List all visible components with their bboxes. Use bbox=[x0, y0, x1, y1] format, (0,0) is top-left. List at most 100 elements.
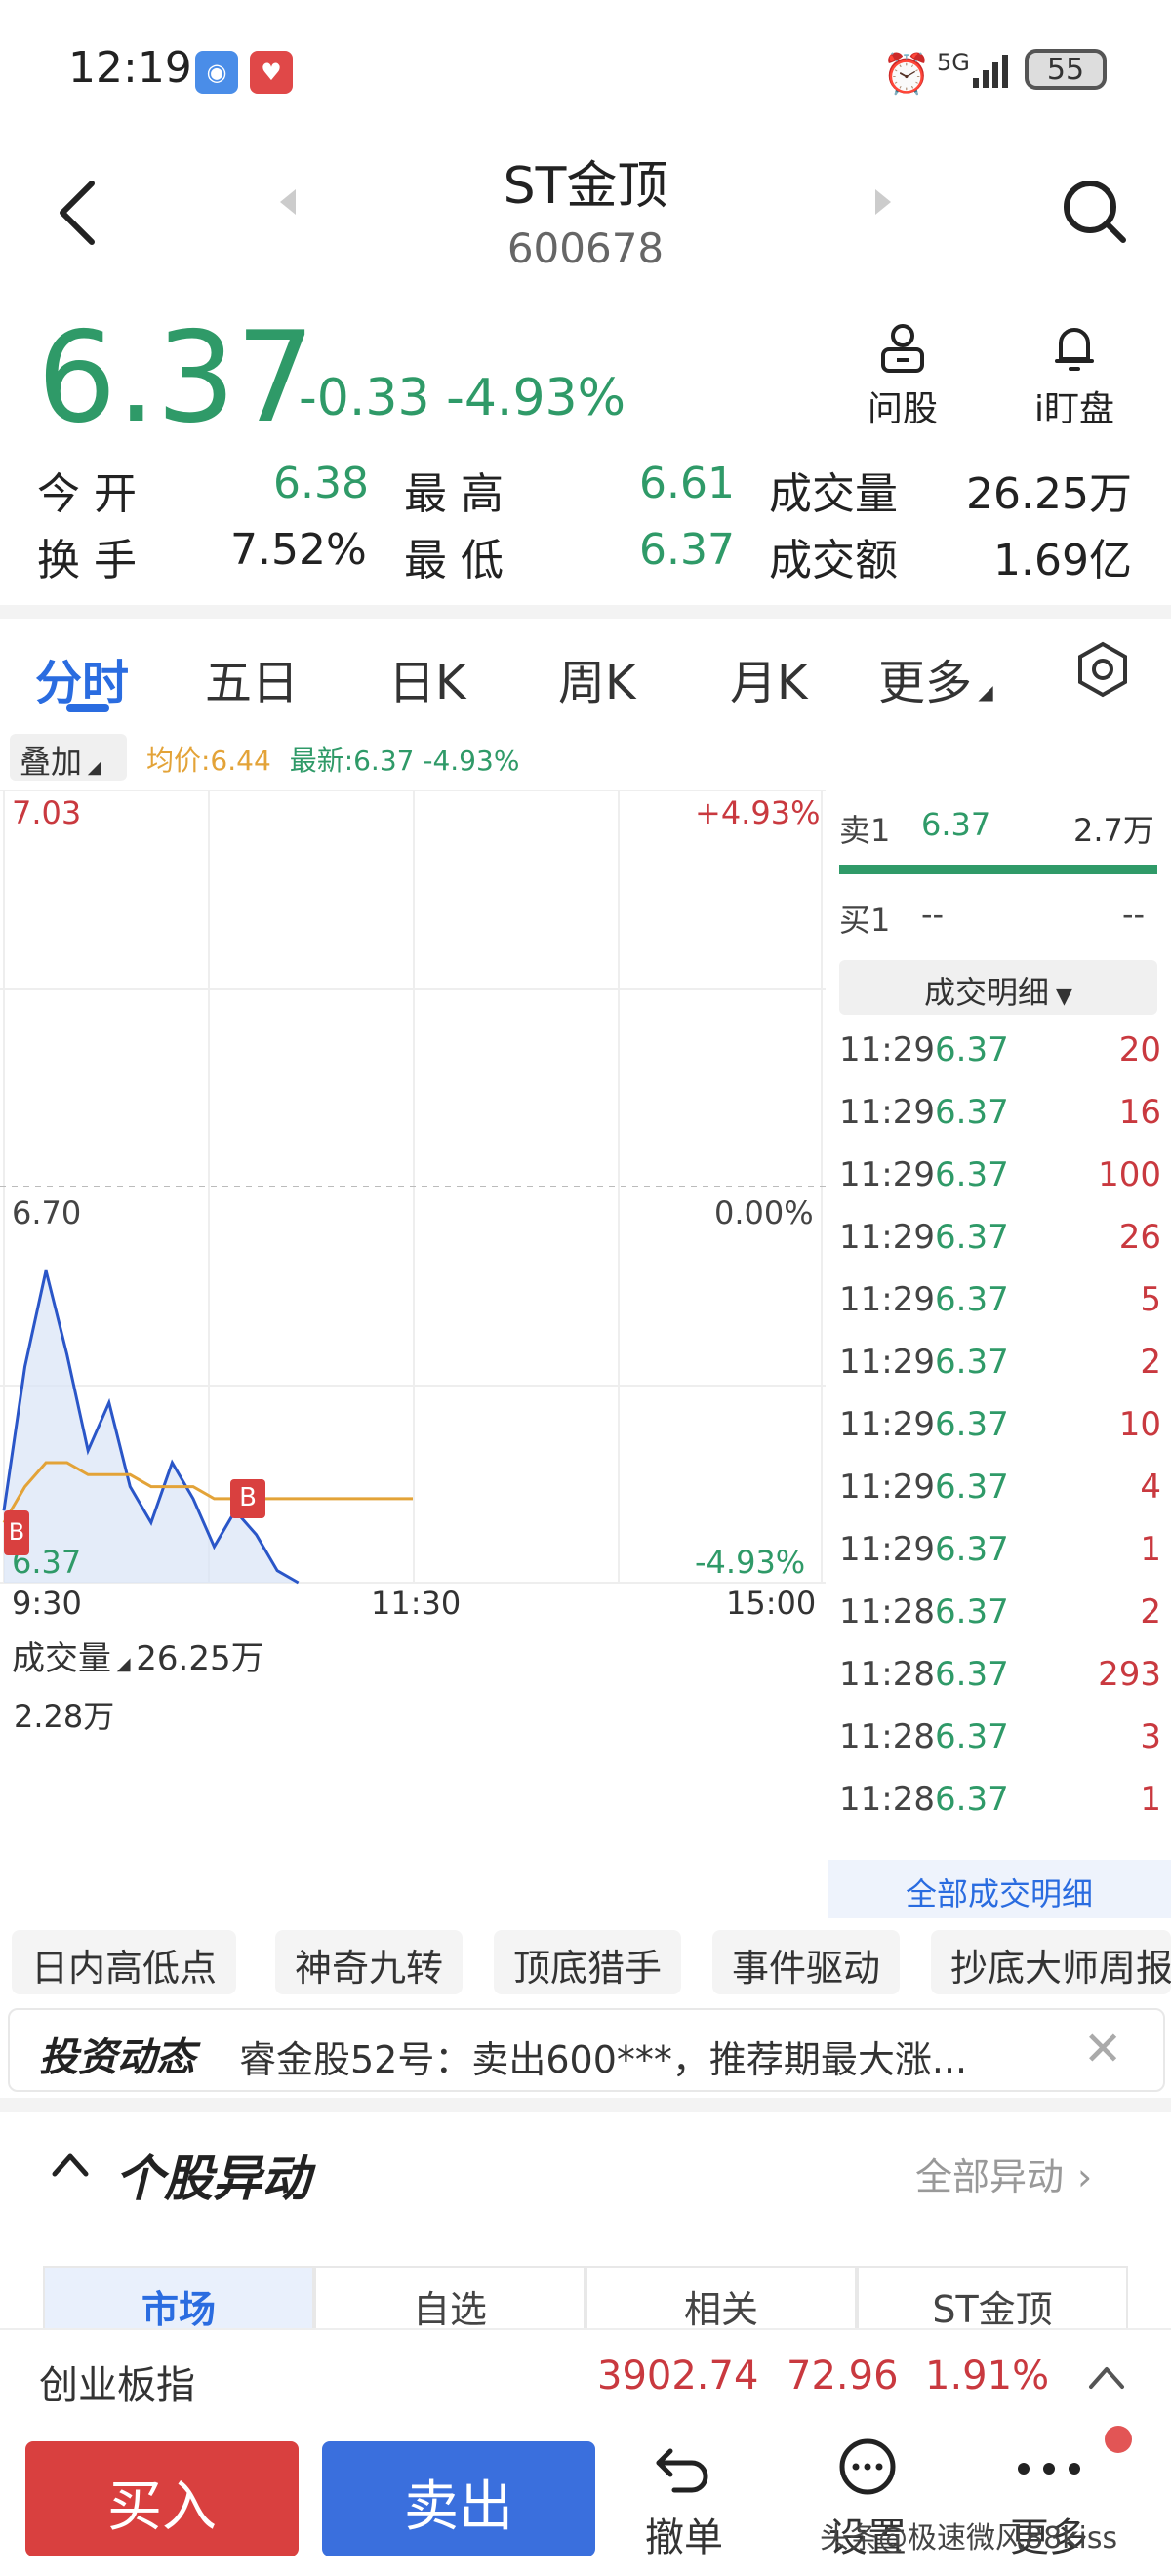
trades-header[interactable]: 成交明细 ▼ bbox=[839, 960, 1157, 1015]
seg-watchlist[interactable]: 自选 bbox=[314, 2266, 586, 2334]
chat-settings-icon bbox=[839, 2438, 896, 2495]
price-area bbox=[4, 1270, 299, 1583]
ask-stock-button[interactable]: 问股 bbox=[849, 320, 956, 431]
search-button[interactable] bbox=[1059, 176, 1129, 250]
trade-volume: 5 bbox=[1140, 1280, 1161, 1319]
trade-time: 11:29 bbox=[839, 1468, 935, 1507]
tab-more-label: 更多 bbox=[878, 656, 973, 710]
cancel-order-button[interactable]: 撤单 bbox=[621, 2437, 747, 2562]
trade-price: 6.37 bbox=[935, 1405, 1009, 1444]
chip-top-bottom-hunter[interactable]: 顶底猎手 bbox=[494, 1930, 682, 1994]
trade-price: 6.37 bbox=[935, 1343, 1009, 1382]
sell1-volume: 2.7万 bbox=[1073, 812, 1154, 849]
settings-hexagon-icon bbox=[1078, 641, 1127, 698]
last-price: 6.37 bbox=[37, 305, 315, 451]
trade-volume: 2 bbox=[1140, 1592, 1161, 1631]
volume-max: 2.28万 bbox=[14, 1698, 115, 1735]
all-anomaly-link[interactable]: 全部异动 › bbox=[915, 2147, 1092, 2200]
trade-time: 11:28 bbox=[839, 1655, 935, 1694]
amount-value: 1.69亿 bbox=[993, 536, 1132, 585]
chip-bottom-master[interactable]: 抄底大师周报 bbox=[931, 1930, 1171, 1994]
anomaly-title: 个股异动 bbox=[115, 2151, 310, 2207]
trade-price: 6.37 bbox=[935, 1530, 1009, 1569]
chevron-right-icon: › bbox=[1077, 2155, 1093, 2198]
chip-event-driven[interactable]: 事件驱动 bbox=[712, 1930, 901, 1994]
trade-time: 11:28 bbox=[839, 1717, 935, 1756]
low-label: 最 低 bbox=[404, 536, 504, 585]
chart-settings-button[interactable] bbox=[1073, 640, 1132, 703]
buy1-volume: -- bbox=[1122, 896, 1146, 933]
watch-button[interactable]: i盯盘 bbox=[1021, 320, 1128, 431]
buy-signal-marker[interactable]: B bbox=[230, 1479, 265, 1518]
latest-info: 最新:6.37 -4.93% bbox=[289, 745, 520, 777]
chip-magic-nine[interactable]: 神奇九转 bbox=[275, 1930, 464, 1994]
y-axis-mid-pct: 0.00% bbox=[714, 1194, 814, 1231]
search-icon bbox=[1064, 181, 1126, 243]
tab-weekly-k[interactable]: 周K bbox=[558, 644, 635, 712]
sell-depth-bar bbox=[839, 865, 1157, 874]
app-notification-icon: ◉ bbox=[195, 51, 238, 94]
trade-time: 11:29 bbox=[839, 1155, 935, 1194]
news-title: 投资动态 bbox=[39, 2035, 195, 2080]
chip-intraday-high-low[interactable]: 日内高低点 bbox=[12, 1930, 237, 1994]
trade-volume: 100 bbox=[1098, 1155, 1161, 1194]
open-value: 6.38 bbox=[273, 459, 369, 508]
index-name: 创业板指 bbox=[39, 2363, 195, 2408]
close-icon[interactable]: ✕ bbox=[1083, 2022, 1122, 2076]
news-text[interactable]: 睿金股52号：卖出600***，推荐期最大涨... bbox=[239, 2030, 967, 2083]
volume-selector[interactable]: 成交量 ◢ 26.25万 bbox=[12, 1631, 264, 1679]
buy1-price: -- bbox=[921, 896, 945, 933]
battery-indicator: 55 bbox=[1025, 49, 1107, 90]
trade-time: 11:29 bbox=[839, 1280, 935, 1319]
chevron-up-icon bbox=[1089, 2367, 1124, 2389]
stock-name: ST金顶 bbox=[503, 157, 668, 216]
change-percent: -4.93% bbox=[446, 369, 626, 427]
trade-volume: 3 bbox=[1140, 1717, 1161, 1756]
trade-price: 6.37 bbox=[935, 1093, 1009, 1132]
trade-time: 11:29 bbox=[839, 1343, 935, 1382]
seg-related[interactable]: 相关 bbox=[586, 2266, 857, 2334]
index-change: 72.96 bbox=[787, 2354, 899, 2398]
high-label: 最 高 bbox=[404, 469, 504, 519]
tab-five-day[interactable]: 五日 bbox=[205, 644, 299, 712]
section-divider bbox=[0, 2098, 1171, 2112]
bell-icon bbox=[1055, 328, 1094, 371]
trade-price: 6.37 bbox=[935, 1468, 1009, 1507]
trade-volume: 16 bbox=[1118, 1093, 1161, 1132]
trade-volume: 10 bbox=[1118, 1405, 1161, 1444]
trade-price: 6.37 bbox=[935, 1155, 1009, 1194]
expand-index-button[interactable] bbox=[1085, 2359, 1128, 2398]
tab-intraday[interactable]: 分时 bbox=[35, 644, 129, 712]
tab-daily-k[interactable]: 日K bbox=[388, 644, 465, 712]
price-change: -0.33 -4.93% bbox=[299, 369, 626, 427]
collapse-button[interactable] bbox=[49, 2143, 92, 2190]
tab-monthly-k[interactable]: 月K bbox=[730, 644, 807, 712]
tab-active-indicator bbox=[66, 704, 109, 712]
avg-price-info: 均价:6.44 bbox=[146, 745, 271, 777]
next-stock-button[interactable] bbox=[873, 187, 893, 221]
seg-this-stock[interactable]: ST金顶 bbox=[857, 2266, 1128, 2334]
status-time: 12:19 bbox=[68, 43, 192, 93]
change-value: -0.33 bbox=[299, 369, 430, 427]
undo-icon bbox=[656, 2448, 708, 2493]
tab-more[interactable]: 更多 ◢ bbox=[878, 644, 993, 712]
sell-button[interactable]: 卖出 bbox=[322, 2441, 595, 2556]
sell1-label: 卖1 bbox=[839, 812, 891, 849]
seg-market[interactable]: 市场 bbox=[43, 2266, 314, 2334]
intraday-chart[interactable] bbox=[0, 790, 826, 1590]
high-value: 6.61 bbox=[639, 459, 735, 508]
trade-volume: 293 bbox=[1098, 1655, 1161, 1694]
overlay-label: 叠加 bbox=[20, 744, 83, 781]
buy-button[interactable]: 买入 bbox=[25, 2441, 299, 2556]
trade-volume: 26 bbox=[1118, 1218, 1161, 1257]
trade-price: 6.37 bbox=[935, 1280, 1009, 1319]
y-axis-bottom-pct: -4.93% bbox=[695, 1544, 806, 1581]
all-trades-link[interactable]: 全部成交明细 bbox=[828, 1860, 1171, 1918]
alarm-icon: ⏰ bbox=[882, 52, 931, 97]
stock-code: 600678 bbox=[506, 224, 665, 272]
turnover-label: 换 手 bbox=[37, 536, 137, 585]
watermark: 头条@极速微风88kiss bbox=[820, 2521, 1118, 2556]
overlay-button[interactable]: 叠加 ◢ bbox=[10, 734, 127, 781]
buy-signal-marker[interactable]: B bbox=[4, 1510, 29, 1555]
chart-info-line: 均价:6.44 最新:6.37 -4.93% bbox=[146, 740, 519, 779]
